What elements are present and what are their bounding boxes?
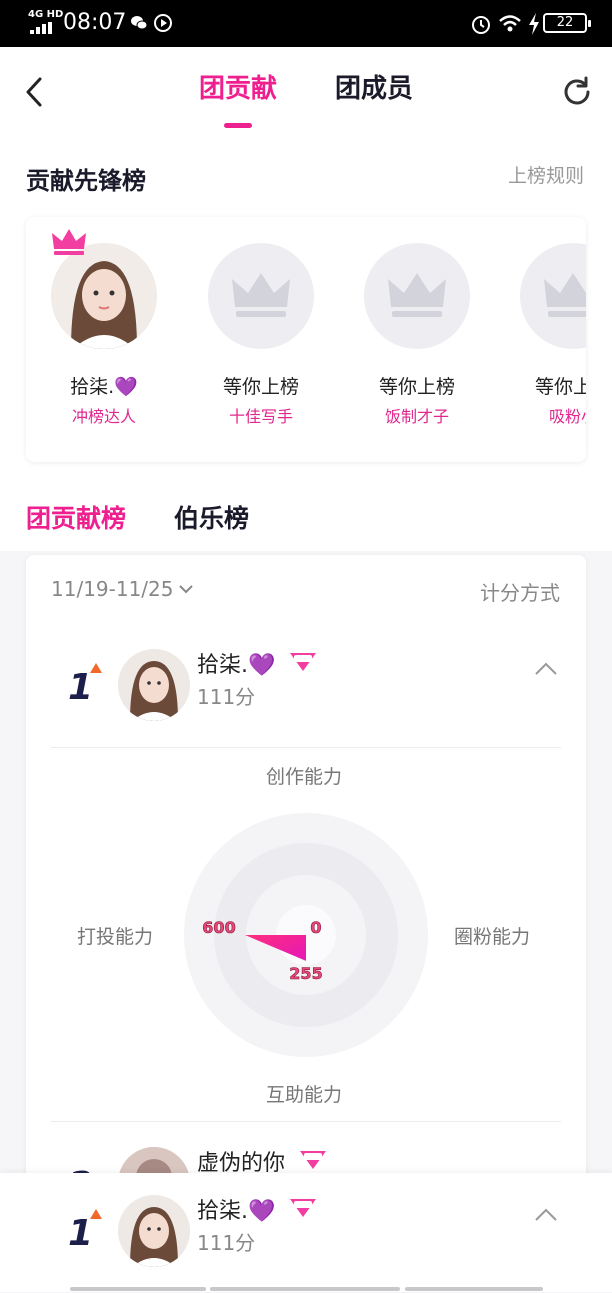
tab-bole-board[interactable]: 伯乐榜 xyxy=(174,499,249,535)
tab-team-contribution-board[interactable]: 团贡献榜 xyxy=(26,499,126,535)
pioneer-section: 贡献先锋榜 上榜规则 拾柒.💜 冲榜达人 等你上榜 十佳写手 等你上榜 饭制才子… xyxy=(0,147,612,487)
nav-gesture-bar xyxy=(210,1287,400,1291)
idol-badge-icon xyxy=(290,1199,316,1217)
wechat-icon xyxy=(131,16,148,30)
pioneer-item[interactable]: 等你上榜 十佳写手 xyxy=(183,217,323,462)
my-rank-bar: 1 拾柒.💜 111分 xyxy=(0,1173,612,1292)
pioneer-title-badge: 吸粉小 xyxy=(548,407,586,426)
network-type: 4G HD xyxy=(28,9,64,20)
pioneer-name: 等你上榜 xyxy=(378,376,455,398)
nav-gesture-bar xyxy=(70,1287,206,1291)
rank-number: 1 xyxy=(68,1213,94,1254)
tab-contribution[interactable]: 团贡献 xyxy=(199,71,277,107)
radar-value-label: 600 xyxy=(202,918,235,937)
radar-value-label: 0 xyxy=(310,918,321,937)
rank-number: 1 xyxy=(68,667,94,708)
play-icon xyxy=(154,14,172,32)
avatar xyxy=(51,243,157,349)
chevron-down-icon[interactable] xyxy=(178,583,194,595)
battery-icon: 22 xyxy=(543,13,591,33)
member-name: 拾柒.💜 xyxy=(197,1199,276,1224)
avatar xyxy=(118,1195,190,1267)
empty-avatar xyxy=(364,243,470,349)
wifi-icon xyxy=(499,15,521,32)
divider xyxy=(51,747,561,748)
pioneer-title-badge: 冲榜达人 xyxy=(71,407,136,426)
status-bar: 4G HD 08:07 22 xyxy=(0,0,612,47)
idol-badge-icon xyxy=(290,653,316,671)
rank-up-icon xyxy=(90,1209,102,1219)
member-score: 111分 xyxy=(197,1231,256,1255)
pioneer-name: 等你上榜 xyxy=(534,376,586,398)
crown-icon xyxy=(544,273,586,317)
ranking-card: 11/19-11/25 计分方式 1 拾柒.💜 111分 创作能力 圈粉能力 互… xyxy=(26,555,586,1195)
pioneer-name: 拾柒.💜 xyxy=(70,376,138,398)
refresh-icon[interactable] xyxy=(560,75,594,109)
pioneer-title-badge: 十佳写手 xyxy=(228,407,293,426)
top-nav: 团贡献 团成员 xyxy=(0,47,612,147)
member-score: 111分 xyxy=(197,685,256,709)
radar-plot: 0 255 600 xyxy=(184,813,428,1057)
pioneer-title-badge: 饭制才子 xyxy=(384,407,449,426)
member-name: 拾柒.💜 xyxy=(197,653,276,678)
ability-radar-chart: 创作能力 圈粉能力 互助能力 打投能力 0 255 600 xyxy=(26,750,586,1120)
ranking-row[interactable]: 1 拾柒.💜 111分 xyxy=(26,637,586,747)
my-ranking-row[interactable]: 1 拾柒.💜 111分 xyxy=(26,1183,586,1293)
active-tab-indicator xyxy=(224,123,252,128)
pioneer-title: 贡献先锋榜 xyxy=(26,167,146,195)
chevron-up-icon[interactable] xyxy=(534,661,558,677)
board-tabs: 团贡献榜 伯乐榜 xyxy=(0,487,612,551)
date-range-selector[interactable]: 11/19-11/25 xyxy=(51,577,174,601)
clock: 08:07 xyxy=(63,10,127,35)
ranking-rules-link[interactable]: 上榜规则 xyxy=(508,161,584,188)
charging-icon xyxy=(529,13,539,35)
chevron-up-icon[interactable] xyxy=(534,1207,558,1223)
nav-gesture-bar xyxy=(405,1287,543,1291)
pioneer-name: 等你上榜 xyxy=(222,376,299,398)
divider xyxy=(51,1121,561,1122)
empty-avatar xyxy=(520,243,586,349)
empty-avatar xyxy=(208,243,314,349)
pioneer-item[interactable]: 拾柒.💜 冲榜达人 xyxy=(26,217,166,462)
crown-icon xyxy=(232,273,290,317)
pioneer-item[interactable]: 等你上榜 吸粉小 xyxy=(495,217,586,462)
back-icon[interactable] xyxy=(20,75,50,109)
signal-icon xyxy=(30,22,52,34)
tab-members[interactable]: 团成员 xyxy=(335,71,413,107)
scoring-method-link[interactable]: 计分方式 xyxy=(480,577,560,606)
avatar xyxy=(118,649,190,721)
crown-icon xyxy=(52,229,86,255)
radar-value-label: 255 xyxy=(289,964,322,983)
pioneer-card: 拾柒.💜 冲榜达人 等你上榜 十佳写手 等你上榜 饭制才子 等你上 吸粉 xyxy=(26,217,586,462)
idol-badge-icon xyxy=(300,1151,326,1169)
rank-up-icon xyxy=(90,663,102,673)
crown-icon xyxy=(388,273,446,317)
alarm-icon xyxy=(472,16,490,34)
pioneer-item[interactable]: 等你上榜 饭制才子 xyxy=(339,217,479,462)
